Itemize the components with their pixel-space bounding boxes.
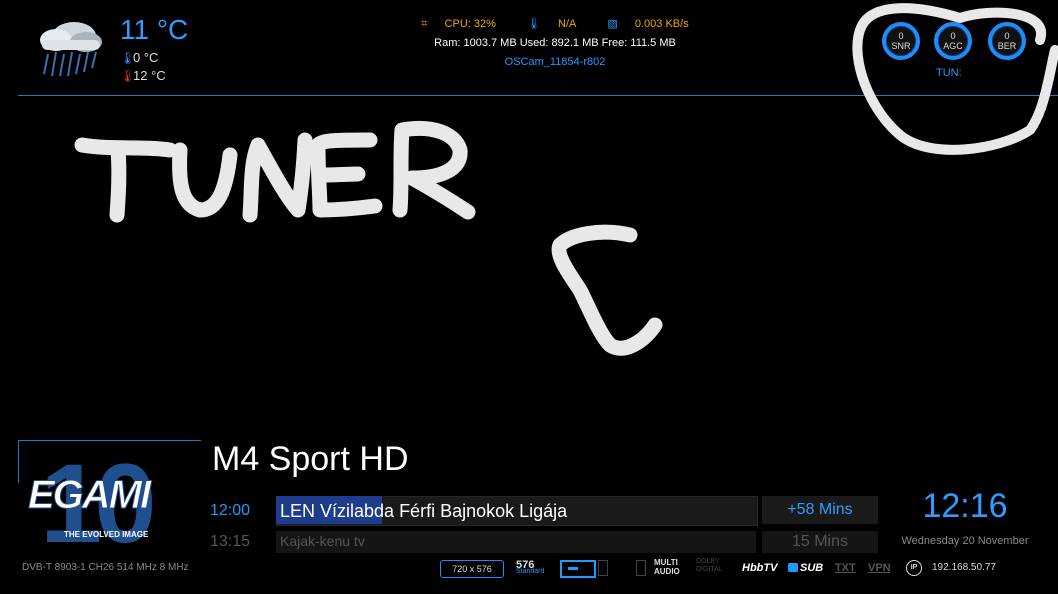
thermometer-cold-icon: 🌡 [120, 51, 136, 65]
thermometer-icon: 🌡 [526, 18, 541, 30]
clock: 12:16 [922, 487, 1008, 525]
high-temperature: 🌡12 °C [120, 68, 166, 83]
resolution-badge: 720 x 576 [440, 560, 504, 578]
agc-gauge: 0 AGC [934, 22, 972, 60]
rain-cloud-icon [40, 22, 102, 77]
system-info: ⌗ CPU: 32% 🌡 N/A ▧ 0.003 KB/s Ram: 1003.… [400, 15, 710, 72]
ram-info: Ram: 1003.7 MB Used: 892.1 MB Free: 111.… [434, 37, 676, 49]
net-stat: ▧ 0.003 KB/s [600, 18, 695, 30]
logo-tagline: THE EVOLVED IMAGE [64, 530, 149, 539]
temp-value: N/A [558, 18, 577, 30]
top-divider [18, 95, 1058, 96]
snr-gauge: 0 SNR [882, 22, 920, 60]
snr-label: SNR [891, 41, 911, 51]
cam-info: OSCam_11854-r802 [504, 56, 606, 68]
net-value: 0.003 KB/s [634, 18, 689, 30]
vpn-icon: VPN [868, 562, 891, 574]
next-start-time: 13:15 [210, 533, 251, 550]
agc-value: 0 [950, 31, 956, 41]
teletext-icon: TXT [835, 562, 856, 574]
next-duration: 15 Mins [791, 533, 849, 550]
snr-value: 0 [898, 31, 904, 41]
temp-stat: 🌡 N/A [520, 18, 583, 30]
ber-value: 0 [1004, 31, 1010, 41]
low-temperature-value: 0 °C [133, 50, 159, 65]
dolby-digital-icon: DOLBY DIGITAL [696, 558, 723, 573]
now-remaining: +58 Mins [787, 501, 853, 518]
subtitle-label: SUB [800, 562, 824, 574]
resolution-label: Standard [516, 568, 545, 575]
channel-name: M4 Sport HD [212, 440, 409, 478]
aspect-ratio-icon [560, 560, 596, 578]
uhd-icon [636, 560, 646, 576]
date: Wednesday 20 November [901, 535, 1029, 547]
ber-label: BER [997, 41, 1017, 51]
agc-label: AGC [943, 41, 963, 51]
ip-address: 192.168.50.77 [932, 562, 996, 573]
now-event-title: LEN Vízilabda Férfi Bajnokok Ligája [280, 501, 568, 521]
logo-text: EGAMI [28, 473, 152, 517]
high-temperature-value: 12 °C [133, 68, 166, 83]
next-event-title: Kajak-kenu tv [280, 533, 365, 549]
cpu-stat: ⌗ CPU: 32% [414, 18, 503, 30]
ip-icon: IP [906, 560, 922, 576]
tuner-label: TUN: [936, 67, 962, 79]
multi-audio-icon: MULTI AUDIO [654, 558, 680, 576]
network-icon: ▧ [607, 18, 618, 30]
cpu-value: CPU: 32% [444, 18, 496, 30]
current-temperature: 11 °C [120, 14, 189, 45]
hd-icon [598, 560, 608, 576]
thermometer-hot-icon: 🌡 [120, 69, 136, 83]
aspect-ratio-fill-icon [568, 567, 578, 570]
tuner-info: DVB-T 8903-1 CH26 514 MHz 8 MHz [22, 562, 189, 573]
hbbtv-icon: HbbTV [742, 562, 778, 574]
now-start-time: 12:00 [210, 502, 251, 519]
low-temperature: 🌡0 °C [120, 50, 158, 65]
cpu-icon: ⌗ [421, 18, 428, 30]
egami-logo: 10 EGAMI THE EVOLVED IMAGE [28, 442, 161, 550]
ber-gauge: 0 BER [988, 22, 1026, 60]
